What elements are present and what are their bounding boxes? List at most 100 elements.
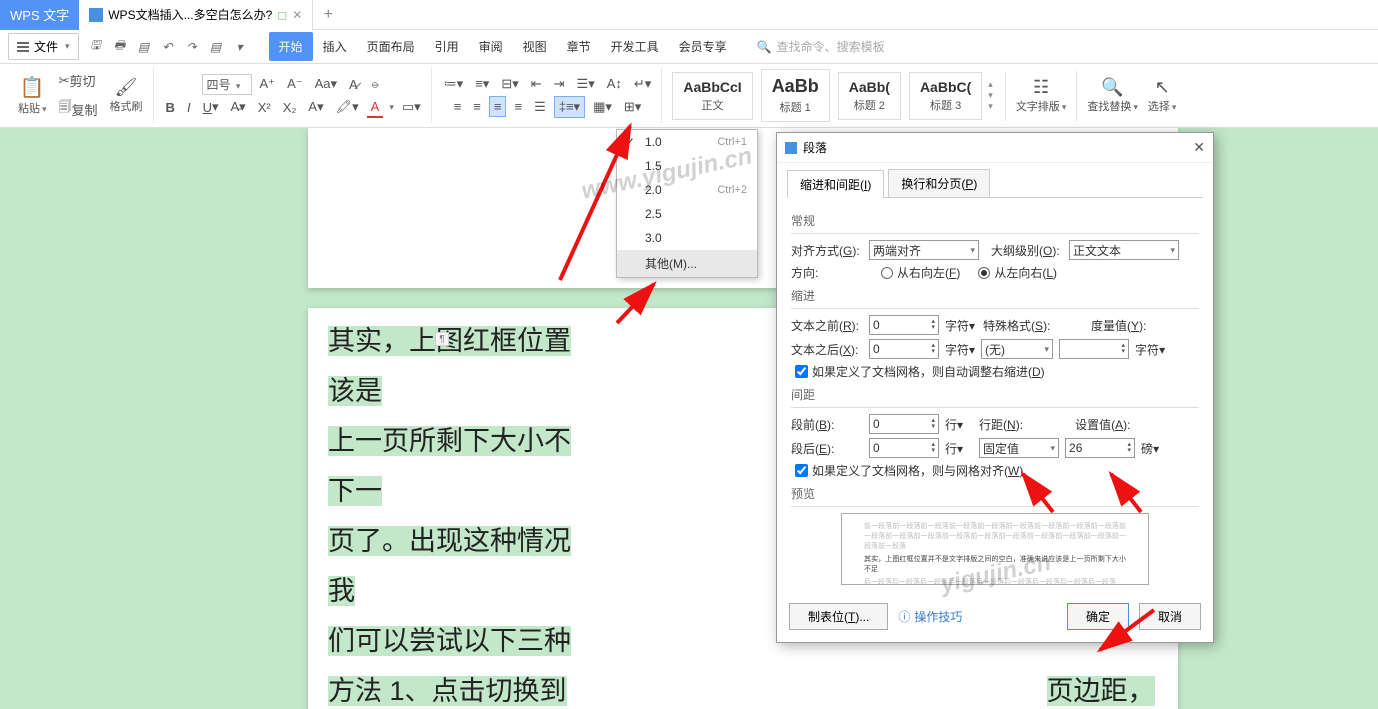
style-h3[interactable]: AaBbC(标题 3 xyxy=(909,72,982,120)
subscript-button[interactable]: X₂ xyxy=(279,98,301,117)
qat-icon-7[interactable]: ▾ xyxy=(231,38,249,56)
tab-dev[interactable]: 开发工具 xyxy=(601,32,669,61)
style-normal[interactable]: AaBbCcI正文 xyxy=(672,72,752,120)
line-spacing-combo[interactable]: 固定值▾ xyxy=(979,438,1059,458)
text-direction-button[interactable]: ☰▾ xyxy=(573,74,599,94)
borders-button[interactable]: ⊞▾ xyxy=(620,97,645,117)
indent-before-spin[interactable]: 0▴▾ xyxy=(869,315,939,335)
font-size-combo[interactable]: 四号 ▾ xyxy=(202,74,252,95)
phonetic-button[interactable]: ⦵ xyxy=(366,74,385,94)
tab-pin-icon[interactable]: ◻ xyxy=(277,8,287,22)
space-after-spin[interactable]: 0▴▾ xyxy=(869,438,939,458)
tab-layout[interactable]: 页面布局 xyxy=(357,32,425,61)
command-search[interactable]: 🔍 查找命令、搜索模板 xyxy=(757,38,885,55)
tab-review[interactable]: 审阅 xyxy=(469,32,513,61)
dlg-tab-break[interactable]: 换行和分页(P) xyxy=(888,169,990,197)
sort-button[interactable]: A↕ xyxy=(603,74,626,93)
indent-before-label: 文本之前(R): xyxy=(791,317,863,334)
clear-format-button[interactable]: A̷ xyxy=(345,75,362,94)
indent-after-spin[interactable]: 0▴▾ xyxy=(869,339,939,359)
distribute-button[interactable]: ☰ xyxy=(530,97,550,117)
style-next[interactable]: ▾ xyxy=(988,90,993,101)
tips-link[interactable]: ⓘ操作技巧 xyxy=(898,608,962,625)
unit-char-1: 字符▾ xyxy=(945,317,975,334)
tab-start[interactable]: 开始 xyxy=(269,32,313,61)
char-border-button[interactable]: ▭▾ xyxy=(398,97,425,117)
doc-tab[interactable]: WPS文档插入...多空白怎么办? ◻ ✕ xyxy=(79,0,313,30)
chk-snapgrid[interactable]: 如果定义了文档网格，则与网格对齐(W) xyxy=(795,462,1199,479)
underline-button[interactable]: U▾ xyxy=(199,97,223,117)
measure-label: 度量值(Y): xyxy=(1091,317,1146,334)
dd-item-1.0[interactable]: ✓1.0Ctrl+1 xyxy=(617,130,757,154)
new-tab-button[interactable]: + xyxy=(313,6,343,24)
highlight-button[interactable]: 🖍▾ xyxy=(332,97,363,117)
increase-indent-button[interactable]: ⇥ xyxy=(550,74,569,94)
shading-button[interactable]: ▦▾ xyxy=(589,97,616,117)
bold-button[interactable]: B xyxy=(162,98,179,117)
close-icon[interactable]: ✕ xyxy=(1193,139,1205,156)
justify-button[interactable]: ≡ xyxy=(510,97,526,116)
bullets-button[interactable]: ≔▾ xyxy=(440,74,468,94)
qat-preview-icon[interactable]: ▤ xyxy=(135,38,153,56)
style-h2[interactable]: AaBb(标题 2 xyxy=(838,72,901,120)
radio-rtl[interactable]: 从右向左(F) xyxy=(881,264,960,281)
align-center-button[interactable]: ≡ xyxy=(469,97,485,116)
qat-icon-6[interactable]: ▤ xyxy=(207,38,225,56)
paragraph-options-icon[interactable]: ¶ xyxy=(435,332,449,346)
dd-item-1.5[interactable]: 1.5 xyxy=(617,154,757,178)
unit-char-3: 字符▾ xyxy=(1135,341,1165,358)
find-replace-button[interactable]: 🔍查找替换▾ xyxy=(1083,75,1142,116)
superscript-button[interactable]: X² xyxy=(254,98,275,117)
tabs-button[interactable]: 制表位(T)... xyxy=(789,603,888,630)
change-case-button[interactable]: Aa▾ xyxy=(311,74,341,94)
align-right-button[interactable]: ≡ xyxy=(489,96,507,117)
tab-member[interactable]: 会员专享 xyxy=(669,32,737,61)
space-before-spin[interactable]: 0▴▾ xyxy=(869,414,939,434)
dd-item-other[interactable]: 其他(M)... xyxy=(617,250,757,277)
increase-font-button[interactable]: A⁺ xyxy=(256,74,280,94)
special-combo[interactable]: (无)▾ xyxy=(981,339,1053,359)
font-color-button[interactable]: A xyxy=(367,97,384,118)
text-effect-button[interactable]: A▾ xyxy=(304,97,327,117)
align-left-button[interactable]: ≡ xyxy=(450,97,466,116)
align-combo[interactable]: 两端对齐▾ xyxy=(869,240,979,260)
show-marks-button[interactable]: ↵▾ xyxy=(630,74,655,94)
text-layout-button[interactable]: ☷文字排版▾ xyxy=(1012,75,1071,116)
tab-reference[interactable]: 引用 xyxy=(425,32,469,61)
set-value-spin[interactable]: 26▴▾ xyxy=(1065,438,1135,458)
select-button[interactable]: ↖选择▾ xyxy=(1144,75,1181,116)
style-h1[interactable]: AaBb标题 1 xyxy=(761,69,830,122)
qat-redo-icon[interactable]: ↷ xyxy=(183,38,201,56)
tab-chapter[interactable]: 章节 xyxy=(557,32,601,61)
decrease-font-button[interactable]: A⁻ xyxy=(283,74,307,94)
dlg-tab-indent[interactable]: 缩进和间距(I) xyxy=(787,170,884,198)
style-more[interactable]: ▾ xyxy=(988,101,993,112)
tab-close-icon[interactable]: ✕ xyxy=(292,8,302,22)
qat-save-icon[interactable]: 🖫 xyxy=(87,38,105,56)
chk-autogrid[interactable]: 如果定义了文档网格，则自动调整右缩进(D) xyxy=(795,363,1199,380)
decrease-indent-button[interactable]: ⇤ xyxy=(527,74,546,94)
style-prev[interactable]: ▴ xyxy=(988,79,993,90)
measure-spin[interactable]: ▴▾ xyxy=(1059,339,1129,359)
line-spacing-button[interactable]: ‡≡▾ xyxy=(554,96,585,118)
ok-button[interactable]: 确定 xyxy=(1067,603,1129,630)
italic-button[interactable]: I xyxy=(183,98,195,117)
cut-button[interactable]: ✂ 剪切 xyxy=(55,69,102,92)
qat-undo-icon[interactable]: ↶ xyxy=(159,38,177,56)
format-painter-button[interactable]: 🖌格式刷 xyxy=(106,75,147,116)
numbering-button[interactable]: ≡▾ xyxy=(471,74,493,94)
qat-print-icon[interactable]: 🖶 xyxy=(111,38,129,56)
file-menu-button[interactable]: 文件 ▾ xyxy=(8,33,79,60)
tab-insert[interactable]: 插入 xyxy=(313,32,357,61)
dd-item-2.0[interactable]: 2.0Ctrl+2 xyxy=(617,178,757,202)
radio-ltr[interactable]: 从左向右(L) xyxy=(978,264,1057,281)
copy-button[interactable]: 🗐 复制 xyxy=(55,96,102,122)
strikethrough-button[interactable]: A̵▾ xyxy=(226,97,249,117)
dd-item-2.5[interactable]: 2.5 xyxy=(617,202,757,226)
outline-combo[interactable]: 正文文本▾ xyxy=(1069,240,1179,260)
cancel-button[interactable]: 取消 xyxy=(1139,603,1201,630)
tab-view[interactable]: 视图 xyxy=(513,32,557,61)
multilevel-button[interactable]: ⊟▾ xyxy=(497,74,522,94)
paste-button[interactable]: 📋粘贴▾ xyxy=(14,73,51,118)
dd-item-3.0[interactable]: 3.0 xyxy=(617,226,757,250)
